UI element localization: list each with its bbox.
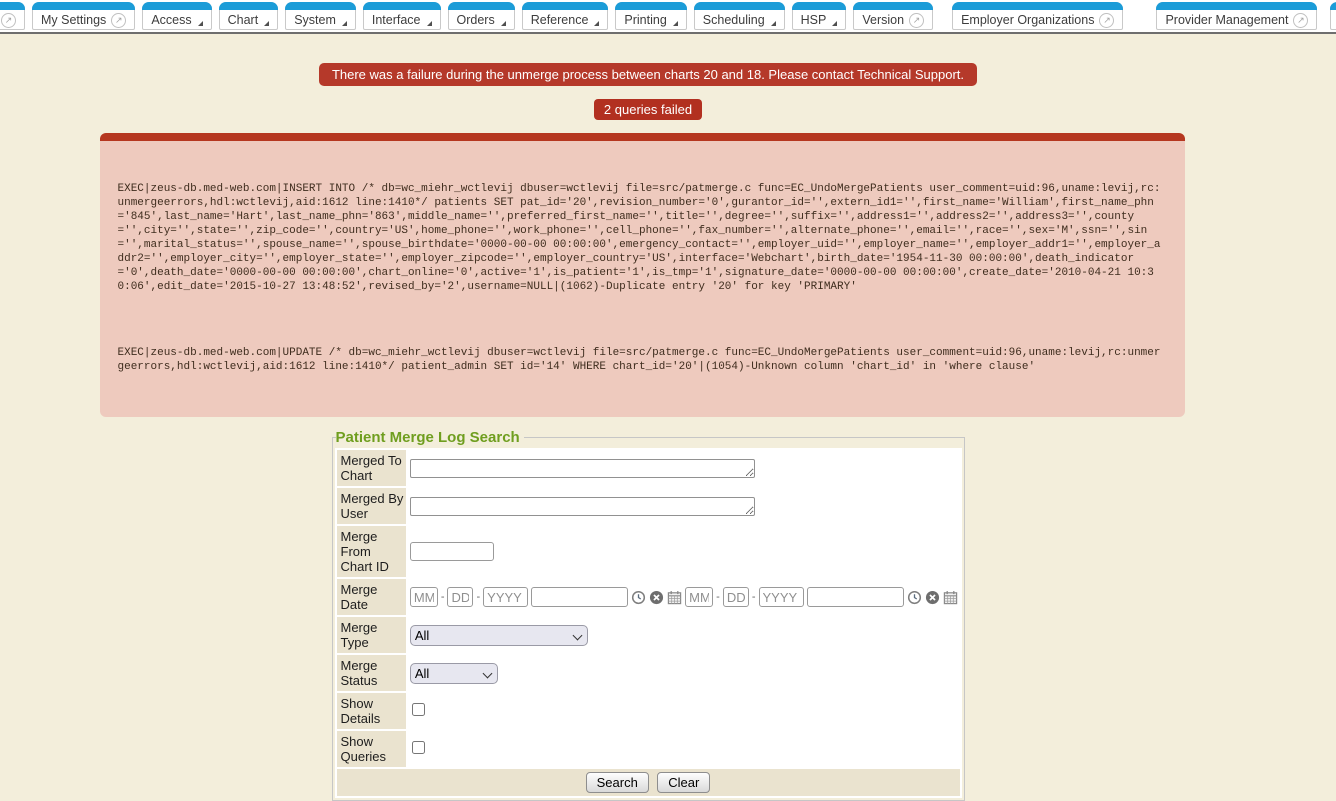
tab-label: Interface: [372, 13, 421, 27]
date-separator: -: [476, 591, 480, 603]
show-queries-checkbox[interactable]: [412, 741, 425, 754]
table-row: Merged To Chart: [337, 450, 960, 486]
external-link-icon: [1099, 13, 1114, 28]
clock-icon[interactable]: [631, 590, 646, 605]
merge-type-label: Merge Type: [337, 617, 406, 653]
merged-by-user-input[interactable]: [410, 497, 755, 516]
tab-my-settings[interactable]: My Settings: [32, 2, 135, 30]
show-queries-label: Show Queries: [337, 731, 406, 767]
tab-label: Provider Management: [1165, 13, 1288, 27]
tab-label: My Settings: [41, 13, 106, 27]
table-row: Show Details: [337, 693, 960, 729]
tab-label: HSP: [801, 13, 827, 27]
clear-button[interactable]: Clear: [657, 772, 710, 793]
tab-version[interactable]: Version: [853, 2, 933, 30]
merge-date-end-day-input[interactable]: [723, 587, 749, 607]
menu-arrow-icon: [342, 21, 347, 26]
merge-date-start-year-input[interactable]: [483, 587, 528, 607]
table-row: Show Queries: [337, 731, 960, 767]
merge-date-end-month-input[interactable]: [685, 587, 713, 607]
menu-arrow-icon: [673, 21, 678, 26]
show-details-checkbox[interactable]: [412, 703, 425, 716]
unmerge-failure-banner: There was a failure during the unmerge p…: [319, 63, 977, 86]
show-details-label: Show Details: [337, 693, 406, 729]
menu-arrow-icon: [594, 21, 599, 26]
merge-date-start-month-input[interactable]: [410, 587, 438, 607]
table-row: Merge From Chart ID: [337, 526, 960, 577]
merge-status-select-wrap: All: [410, 663, 498, 684]
tab-system[interactable]: System: [285, 2, 356, 30]
external-link-icon: [909, 13, 924, 28]
tab-hsp[interactable]: HSP: [792, 2, 847, 30]
tab-similar-exposure-groups[interactable]: Similar Exposure Groups (SEGs): [1330, 2, 1336, 30]
tab-label: Access: [151, 13, 191, 27]
tab-chart[interactable]: Chart: [219, 2, 279, 30]
merge-type-select-wrap: All: [410, 625, 588, 646]
table-row: Merged By User: [337, 488, 960, 524]
merge-date-end-time-input[interactable]: [807, 587, 904, 607]
tab-reference[interactable]: Reference: [522, 2, 609, 30]
sql-insert-error-text: EXEC|zeus-db.med-web.com|INSERT INTO /* …: [118, 182, 1169, 294]
tab-access[interactable]: Access: [142, 2, 211, 30]
merge-date-start-day-input[interactable]: [447, 587, 473, 607]
tab-label: Scheduling: [703, 13, 765, 27]
date-separator: -: [441, 591, 445, 603]
menu-arrow-icon: [832, 21, 837, 26]
tab-orders[interactable]: Orders: [448, 2, 515, 30]
search-button[interactable]: Search: [586, 772, 649, 793]
menu-arrow-icon: [198, 21, 203, 26]
date-separator: -: [752, 591, 756, 603]
clear-date-icon[interactable]: [925, 590, 940, 605]
menu-arrow-icon: [501, 21, 506, 26]
table-row: Merge Status All: [337, 655, 960, 691]
queries-failed-badge: 2 queries failed: [594, 99, 702, 120]
sql-error-log: EXEC|zeus-db.med-web.com|INSERT INTO /* …: [100, 133, 1185, 417]
sql-error-log-header-bar: [100, 133, 1185, 141]
merge-date-label: Merge Date: [337, 579, 406, 615]
table-row: Merge Type All: [337, 617, 960, 653]
menu-arrow-icon: [264, 21, 269, 26]
merge-status-select[interactable]: All: [410, 663, 498, 684]
external-link-icon: [111, 13, 126, 28]
tab-scheduling[interactable]: Scheduling: [694, 2, 785, 30]
merged-to-chart-input[interactable]: [410, 459, 755, 478]
sql-update-error-text: EXEC|zeus-db.med-web.com|UPDATE /* db=wc…: [118, 346, 1169, 374]
table-row: Search Clear: [337, 769, 960, 796]
admin-tab-bar: My Settings Access Chart System Interfac…: [0, 0, 1336, 34]
tab-label: Printing: [624, 13, 666, 27]
tab-label: Employer Organizations: [961, 13, 1094, 27]
merge-date-end-year-input[interactable]: [759, 587, 804, 607]
tab-interface[interactable]: Interface: [363, 2, 441, 30]
calendar-icon[interactable]: [667, 590, 682, 605]
calendar-icon[interactable]: [943, 590, 958, 605]
date-separator: -: [716, 591, 720, 603]
tab-label: Orders: [457, 13, 495, 27]
merge-status-label: Merge Status: [337, 655, 406, 691]
clock-icon[interactable]: [907, 590, 922, 605]
merge-type-select[interactable]: All: [410, 625, 588, 646]
menu-arrow-icon: [771, 21, 776, 26]
tab-label: Chart: [228, 13, 259, 27]
tab-printing[interactable]: Printing: [615, 2, 686, 30]
merge-from-chart-id-label: Merge From Chart ID: [337, 526, 406, 577]
menu-arrow-icon: [427, 21, 432, 26]
tab-label: Reference: [531, 13, 589, 27]
patient-merge-log-search-form: Patient Merge Log Search Merged To Chart…: [332, 429, 965, 801]
tab-partial-overflow[interactable]: [0, 2, 25, 30]
tab-employer-organizations[interactable]: Employer Organizations: [952, 2, 1123, 30]
merge-from-chart-id-input[interactable]: [410, 542, 494, 561]
external-link-icon: [1293, 13, 1308, 28]
merge-date-start-time-input[interactable]: [531, 587, 628, 607]
external-link-icon: [1, 13, 16, 28]
merged-by-user-label: Merged By User: [337, 488, 406, 524]
merged-to-chart-label: Merged To Chart: [337, 450, 406, 486]
table-row: Merge Date - - -: [337, 579, 960, 615]
tab-label: Version: [862, 13, 904, 27]
form-legend: Patient Merge Log Search: [336, 429, 524, 446]
tab-label: System: [294, 13, 336, 27]
tab-provider-management[interactable]: Provider Management: [1156, 2, 1317, 30]
clear-date-icon[interactable]: [649, 590, 664, 605]
